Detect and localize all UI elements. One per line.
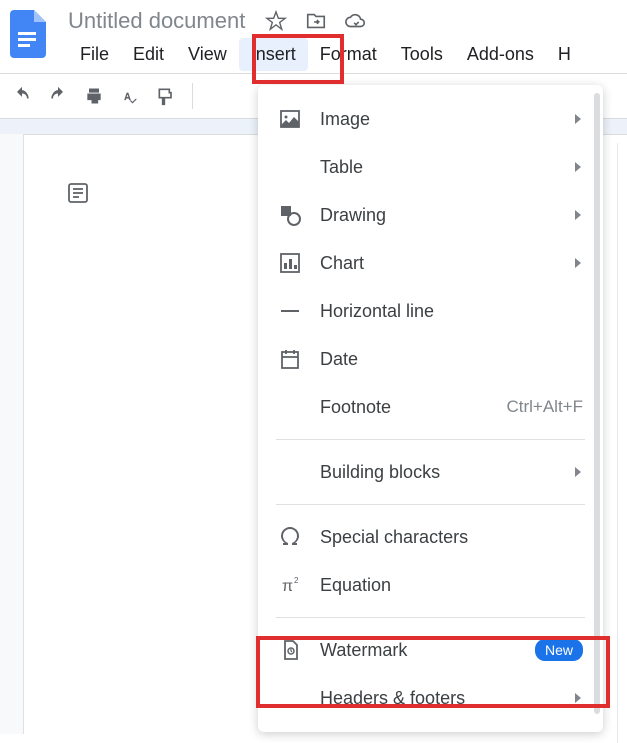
watermark-icon [278, 638, 302, 662]
menu-insert[interactable]: Insert [239, 38, 308, 71]
svg-text:2: 2 [294, 576, 299, 585]
insert-dropdown: Image Table Drawing Chart Horizontal lin… [258, 85, 603, 732]
paint-format-icon[interactable] [156, 86, 176, 106]
submenu-arrow-icon [575, 467, 581, 477]
pi-icon: π2 [278, 573, 302, 597]
dd-equation[interactable]: π2 Equation [258, 561, 603, 609]
star-icon[interactable] [265, 10, 287, 32]
menu-help[interactable]: H [546, 38, 583, 71]
submenu-arrow-icon [575, 114, 581, 124]
dd-date-label: Date [320, 349, 583, 370]
dd-table-label: Table [320, 157, 575, 178]
dd-chart-label: Chart [320, 253, 575, 274]
dd-horizontal-line[interactable]: Horizontal line [258, 287, 603, 335]
submenu-arrow-icon [575, 258, 581, 268]
dd-watermark-label: Watermark [320, 640, 535, 661]
docs-logo[interactable] [8, 10, 56, 58]
date-icon [278, 347, 302, 371]
menu-file[interactable]: File [68, 38, 121, 71]
dd-equation-label: Equation [320, 575, 583, 596]
dd-image-label: Image [320, 109, 575, 130]
outline-icon[interactable] [66, 181, 90, 205]
dd-drawing[interactable]: Drawing [258, 191, 603, 239]
dd-footnote-label: Footnote [320, 397, 506, 418]
move-icon[interactable] [305, 10, 327, 32]
toolbar-separator [192, 83, 193, 109]
dd-hline-label: Horizontal line [320, 301, 583, 322]
dd-building-blocks[interactable]: Building blocks [258, 448, 603, 496]
dd-image[interactable]: Image [258, 95, 603, 143]
dropdown-separator [276, 617, 585, 618]
dd-footnote-shortcut: Ctrl+Alt+F [506, 397, 583, 417]
menu-edit[interactable]: Edit [121, 38, 176, 71]
hline-icon [278, 299, 302, 323]
left-margin [0, 134, 24, 734]
dd-headers-footers[interactable]: Headers & footers [258, 674, 603, 722]
dd-chart[interactable]: Chart [258, 239, 603, 287]
svg-text:π: π [282, 578, 293, 595]
dd-special-characters[interactable]: Special characters [258, 513, 603, 561]
dd-headers-footers-label: Headers & footers [320, 688, 575, 709]
dd-date[interactable]: Date [258, 335, 603, 383]
drawing-icon [278, 203, 302, 227]
menu-tools[interactable]: Tools [389, 38, 455, 71]
dropdown-separator [276, 504, 585, 505]
undo-icon[interactable] [12, 86, 32, 106]
menu-format[interactable]: Format [308, 38, 389, 71]
dd-table[interactable]: Table [258, 143, 603, 191]
document-title[interactable]: Untitled document [68, 8, 245, 34]
menubar: File Edit View Insert Format Tools Add-o… [68, 38, 627, 71]
submenu-arrow-icon [575, 693, 581, 703]
dropdown-separator [276, 439, 585, 440]
omega-icon [278, 525, 302, 549]
dd-footnote[interactable]: Footnote Ctrl+Alt+F [258, 383, 603, 431]
submenu-arrow-icon [575, 162, 581, 172]
submenu-arrow-icon [575, 210, 581, 220]
chart-icon [278, 251, 302, 275]
dd-special-chars-label: Special characters [320, 527, 583, 548]
header: Untitled document File Edit View Insert … [0, 0, 627, 71]
dd-building-blocks-label: Building blocks [320, 462, 575, 483]
menu-addons[interactable]: Add-ons [455, 38, 546, 71]
print-icon[interactable] [84, 86, 104, 106]
dd-drawing-label: Drawing [320, 205, 575, 226]
new-badge: New [535, 639, 583, 661]
right-edge [617, 143, 627, 743]
image-icon [278, 107, 302, 131]
cloud-icon[interactable] [345, 10, 367, 32]
dd-watermark[interactable]: Watermark New [258, 626, 603, 674]
redo-icon[interactable] [48, 86, 68, 106]
spellcheck-icon[interactable] [120, 86, 140, 106]
menu-view[interactable]: View [176, 38, 239, 71]
